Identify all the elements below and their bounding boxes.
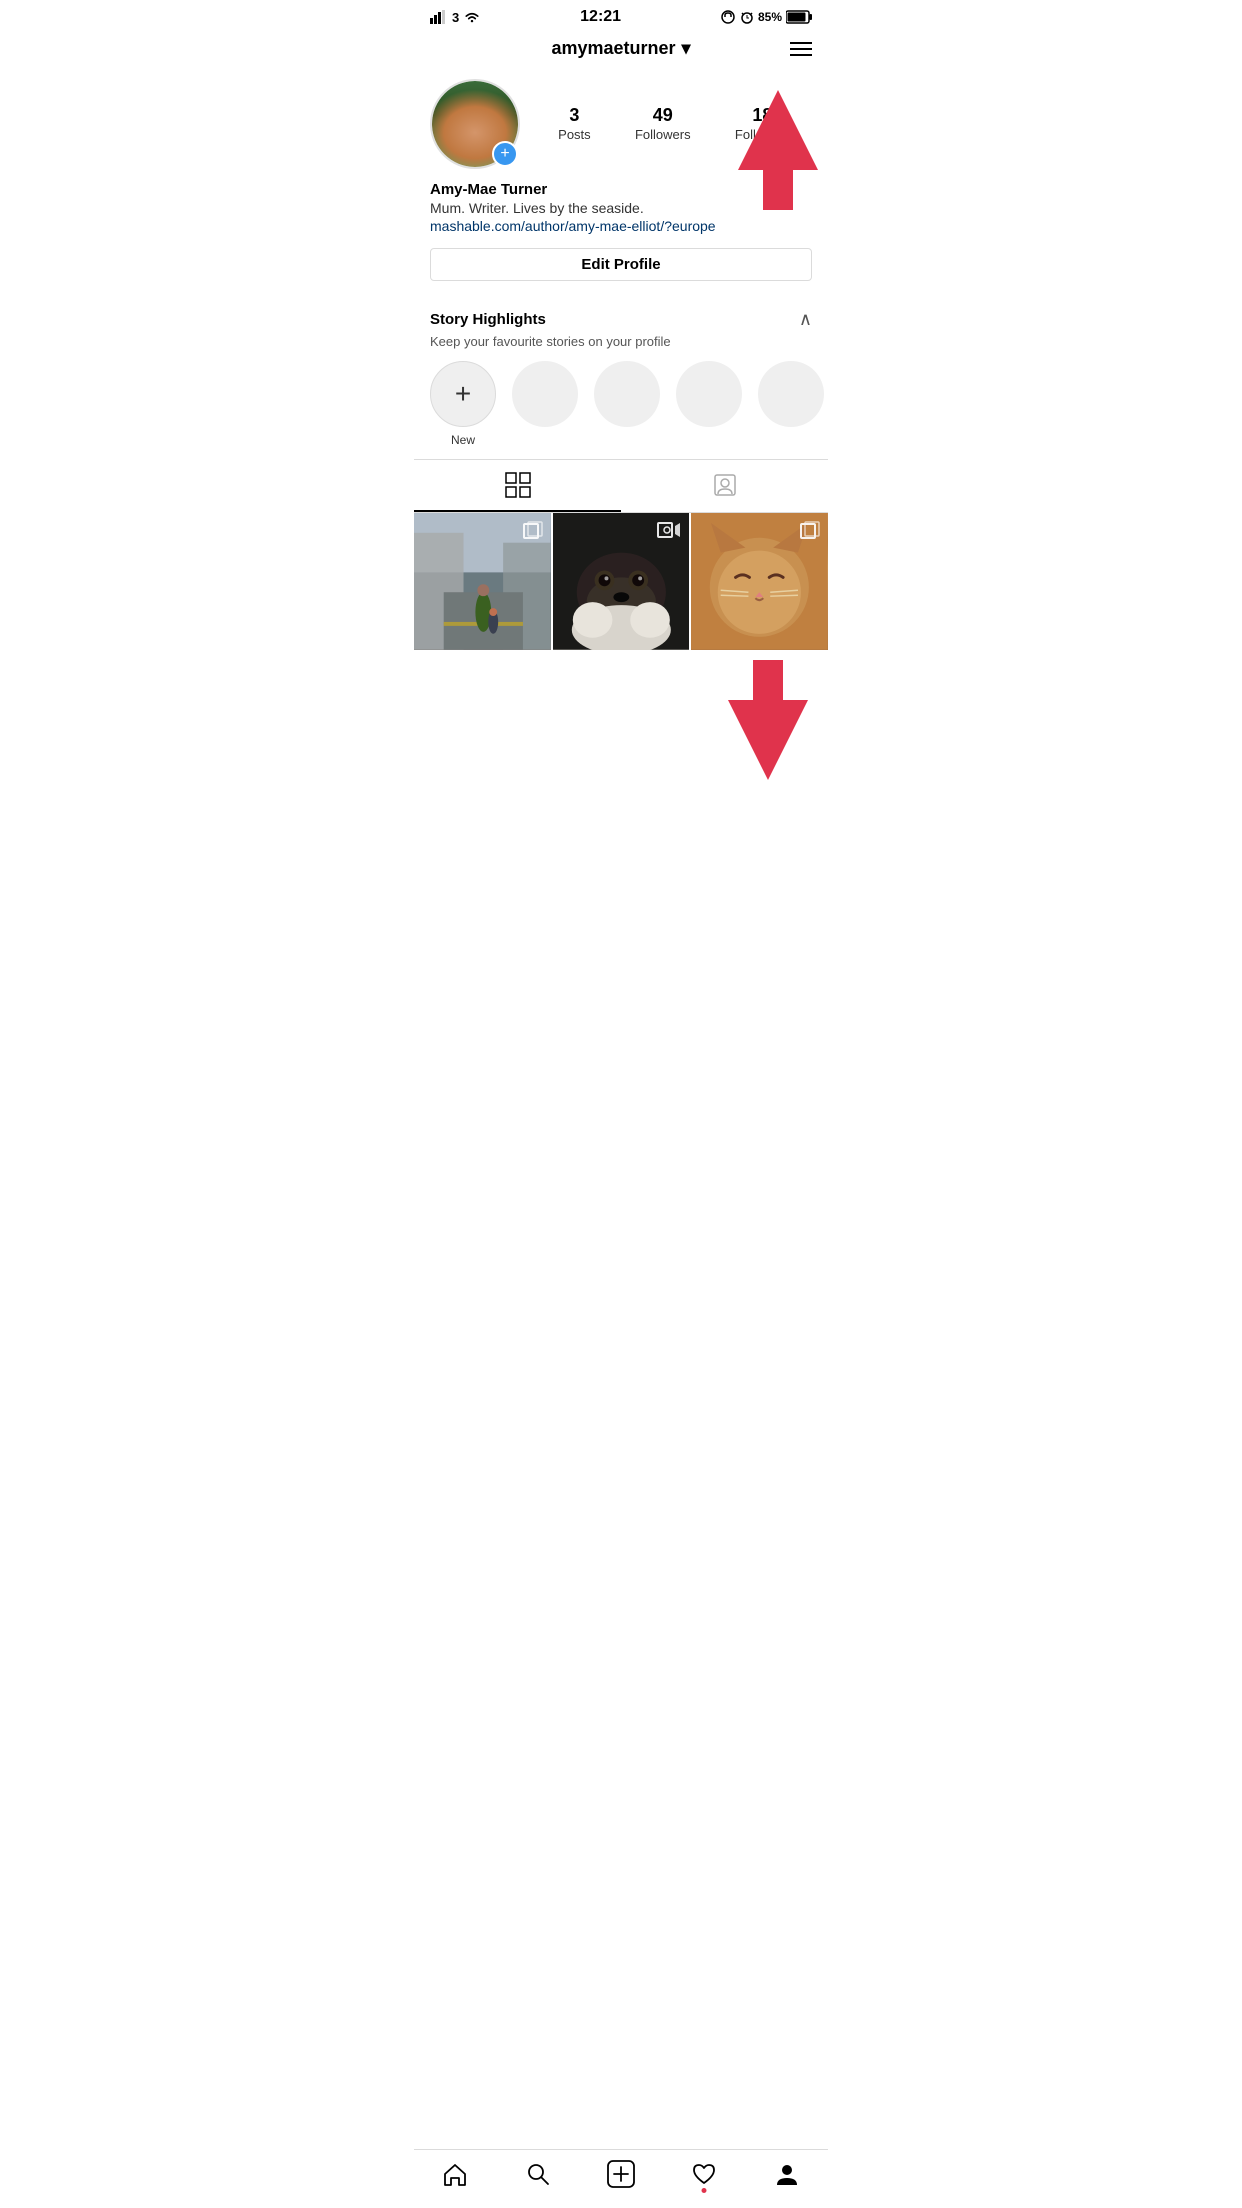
highlight-circle-4[interactable] <box>676 361 742 427</box>
status-battery-area: 85% <box>720 10 812 24</box>
menu-line-2 <box>790 48 812 50</box>
highlights-subtitle: Keep your favourite stories on your prof… <box>430 334 812 349</box>
profile-header: amymaeturner ▾ <box>414 30 828 67</box>
tagged-tab[interactable] <box>621 460 828 512</box>
add-story-button[interactable]: + <box>492 141 518 167</box>
status-signal: 3 <box>430 10 481 25</box>
red-arrow-down-container <box>414 650 828 770</box>
followers-label: Followers <box>635 127 691 142</box>
grid-icon <box>505 472 531 498</box>
lock-icon <box>720 10 736 24</box>
status-bar: 3 12:21 85% <box>414 0 828 30</box>
profile-link[interactable]: mashable.com/author/amy-mae-elliot/?euro… <box>430 218 716 234</box>
alarm-icon <box>740 10 754 24</box>
notification-dot <box>702 2188 707 2193</box>
followers-stat[interactable]: 49 Followers <box>635 105 691 144</box>
highlight-item-4[interactable] <box>676 361 742 447</box>
wifi-icon <box>463 10 481 24</box>
highlights-title: Story Highlights <box>430 311 546 328</box>
photo-grid <box>414 513 828 650</box>
story-highlights-section: Story Highlights ∧ Keep your favourite s… <box>414 309 828 459</box>
avatar-wrapper: + <box>430 79 520 169</box>
new-highlight-circle[interactable]: + <box>430 361 496 427</box>
edit-profile-button[interactable]: Edit Profile <box>430 248 812 281</box>
search-icon <box>525 2161 551 2187</box>
stats-row: 3 Posts 49 Followers 18 Following <box>536 105 812 144</box>
photo-cell-3[interactable] <box>691 513 828 650</box>
battery-percent: 85% <box>758 10 782 24</box>
heart-nav-button[interactable] <box>691 2161 717 2187</box>
username-text: amymaeturner <box>551 38 675 59</box>
video-icon-2 <box>657 521 681 546</box>
status-time: 12:21 <box>580 8 621 26</box>
posts-count: 3 <box>558 105 591 126</box>
highlight-circle-5[interactable] <box>758 361 824 427</box>
plus-icon: + <box>455 378 471 410</box>
profile-icon <box>774 2161 800 2187</box>
profile-name: Amy-Mae Turner <box>430 181 812 198</box>
network-type: 3 <box>452 10 459 25</box>
profile-section: + 3 Posts 49 Followers 18 Following Amy-… <box>414 67 828 309</box>
highlight-item-2[interactable] <box>512 361 578 447</box>
highlight-item-3[interactable] <box>594 361 660 447</box>
content-tab-bar <box>414 459 828 513</box>
home-icon <box>442 2161 468 2187</box>
home-nav-button[interactable] <box>442 2161 468 2187</box>
hamburger-menu-button[interactable] <box>790 42 812 56</box>
dropdown-icon: ▾ <box>682 38 691 59</box>
menu-line-3 <box>790 54 812 56</box>
posts-label: Posts <box>558 127 591 142</box>
photo-cell-1[interactable] <box>414 513 551 650</box>
profile-top-row: + 3 Posts 49 Followers 18 Following <box>430 79 812 169</box>
profile-bio: Mum. Writer. Lives by the seaside. <box>430 200 812 216</box>
battery-icon <box>786 10 812 24</box>
chevron-up-icon[interactable]: ∧ <box>799 309 812 330</box>
highlight-circle-2[interactable] <box>512 361 578 427</box>
photo-cell-2[interactable] <box>553 513 690 650</box>
highlights-row: + New <box>430 361 812 459</box>
highlights-header: Story Highlights ∧ <box>430 309 812 330</box>
followers-count: 49 <box>635 105 691 126</box>
signal-icon <box>430 10 448 24</box>
red-arrow-down <box>728 660 808 780</box>
carousel-icon-3 <box>800 521 820 546</box>
following-stat[interactable]: 18 Following <box>735 105 790 144</box>
highlight-circle-3[interactable] <box>594 361 660 427</box>
heart-icon <box>691 2161 717 2187</box>
tagged-icon <box>712 472 738 498</box>
add-nav-button[interactable] <box>607 2160 635 2188</box>
new-highlight-label: New <box>451 433 475 447</box>
username-display[interactable]: amymaeturner ▾ <box>551 38 690 59</box>
following-label: Following <box>735 127 790 142</box>
new-highlight-item[interactable]: + New <box>430 361 496 447</box>
posts-stat[interactable]: 3 Posts <box>558 105 591 144</box>
grid-tab[interactable] <box>414 460 621 512</box>
search-nav-button[interactable] <box>525 2161 551 2187</box>
profile-nav-button[interactable] <box>774 2161 800 2187</box>
carousel-icon-1 <box>523 521 543 546</box>
add-icon <box>607 2160 635 2188</box>
menu-line-1 <box>790 42 812 44</box>
following-count: 18 <box>735 105 790 126</box>
bottom-navigation <box>414 2149 828 2208</box>
highlight-item-5[interactable] <box>758 361 824 447</box>
